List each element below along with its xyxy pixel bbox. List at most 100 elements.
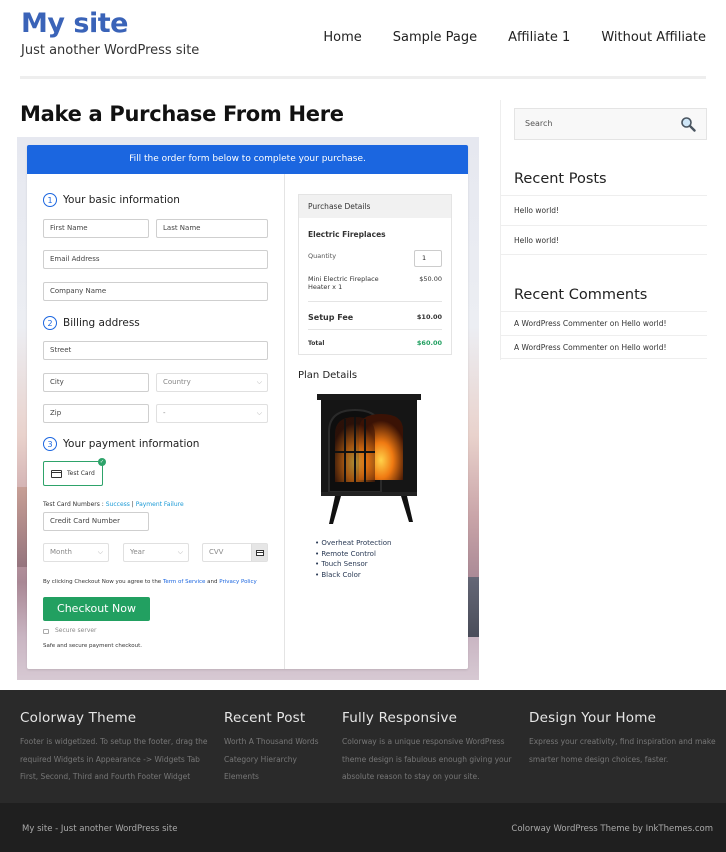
footer-text: Colorway is a unique responsive WordPres… xyxy=(342,737,505,746)
success-card-link[interactable]: Success xyxy=(106,501,130,508)
footer-bottom-bar: My site - Just another WordPress site Co… xyxy=(0,803,726,852)
state-select-value: - xyxy=(163,409,166,417)
footer-post-link[interactable]: Worth A Thousand Words xyxy=(224,733,319,751)
nav-home[interactable]: Home xyxy=(323,30,361,45)
search-placeholder: Search xyxy=(525,119,553,128)
footer-text: absolute reason to stay on your site. xyxy=(342,772,480,781)
recent-comment-link[interactable]: A WordPress Commenter on Hello world! xyxy=(501,311,707,335)
recent-post-link[interactable]: Hello world! xyxy=(501,225,707,255)
footer-text: First, Second, Third and Fourth Footer W… xyxy=(20,772,191,781)
footer-text: theme design is fabulous enough giving y… xyxy=(342,754,512,764)
credit-card-input[interactable]: Credit Card Number xyxy=(43,512,149,531)
product-group: Electric Fireplaces xyxy=(308,230,386,239)
order-form: Fill the order form below to complete yo… xyxy=(27,145,468,669)
terms-prefix: By clicking Checkout Now you agree to th… xyxy=(43,579,163,585)
terms-of-service-link[interactable]: Term of Service xyxy=(163,579,205,585)
step-billing-address: 2 Billing address xyxy=(43,316,140,330)
first-name-input[interactable]: First Name xyxy=(43,219,149,238)
terms-and: and xyxy=(205,579,220,585)
plan-features-list: Overheat Protection Remote Control Touch… xyxy=(315,538,392,581)
footer-text: Express your creativity, find inspiratio… xyxy=(529,737,716,746)
site-title[interactable]: My site xyxy=(21,8,128,39)
footer-widgets: Colorway Theme Footer is widgetized. To … xyxy=(0,690,726,803)
feature-item: Touch Sensor xyxy=(315,559,392,570)
step-basic-info: 1 Your basic information xyxy=(43,193,180,207)
form-column-divider xyxy=(284,174,285,669)
secure-note: Safe and secure payment checkout. xyxy=(43,643,142,649)
step-number-icon: 2 xyxy=(43,316,57,330)
checkout-now-button[interactable]: Checkout Now xyxy=(43,597,150,621)
check-icon: ✓ xyxy=(98,458,106,466)
page-title: Make a Purchase From Here xyxy=(20,102,344,126)
search-icon[interactable] xyxy=(680,116,696,132)
cvv-input[interactable]: CVV xyxy=(202,543,268,562)
city-input[interactable]: City xyxy=(43,373,149,392)
nav-sample-page[interactable]: Sample Page xyxy=(393,30,477,45)
country-select[interactable]: Country ⌵ xyxy=(156,373,268,392)
terms-text: By clicking Checkout Now you agree to th… xyxy=(43,579,257,585)
footer-site-credit[interactable]: My site - Just another WordPress site xyxy=(22,824,177,834)
purchase-details-heading: Purchase Details xyxy=(299,195,451,218)
test-card-numbers: Test Card Numbers : Success | Payment Fa… xyxy=(43,501,184,508)
credit-card-icon xyxy=(51,469,62,478)
quantity-input[interactable]: 1 xyxy=(414,250,442,267)
step-label: Billing address xyxy=(63,317,140,329)
last-name-input[interactable]: Last Name xyxy=(156,219,268,238)
payment-method-test-card[interactable]: Test Card ✓ xyxy=(43,458,106,486)
footer-col-title: Recent Post xyxy=(224,710,306,726)
cvv-placeholder: CVV xyxy=(209,548,224,556)
divider xyxy=(308,329,442,330)
step-number-icon: 1 xyxy=(43,193,57,207)
form-banner: Fill the order form below to complete yo… xyxy=(27,145,468,174)
step-label: Your payment information xyxy=(63,438,200,450)
total-value: $60.00 xyxy=(416,339,442,347)
country-select-value: Country xyxy=(163,378,191,386)
footer-col-recent-post: Recent Post Worth A Thousand Words Categ… xyxy=(224,710,319,786)
sidebar: Search Recent Posts Hello world! Hello w… xyxy=(500,100,707,360)
footer-col-design-home: Design Your Home Express your creativity… xyxy=(529,710,716,768)
divider xyxy=(308,301,442,302)
purchase-details: Purchase Details Electric Fireplaces Qua… xyxy=(298,194,452,355)
zip-input[interactable]: Zip xyxy=(43,404,149,423)
feature-item: Remote Control xyxy=(315,549,392,560)
chevron-down-icon: ⌵ xyxy=(256,409,262,417)
test-card-prefix: Test Card Numbers : xyxy=(43,501,106,508)
payment-method-label: Test Card xyxy=(67,470,95,477)
nav-affiliate-1[interactable]: Affiliate 1 xyxy=(508,30,570,45)
footer-col-responsive: Fully Responsive Colorway is a unique re… xyxy=(342,710,511,786)
footer-col-colorway: Colorway Theme Footer is widgetized. To … xyxy=(20,710,208,786)
secure-server: Secure server xyxy=(43,627,97,634)
company-input[interactable]: Company Name xyxy=(43,282,268,301)
recent-post-link[interactable]: Hello world! xyxy=(501,195,707,225)
footer-col-title: Colorway Theme xyxy=(20,710,137,726)
footer-col-title: Fully Responsive xyxy=(342,710,458,726)
month-select[interactable]: Month ⌵ xyxy=(43,543,109,562)
state-select[interactable]: - ⌵ xyxy=(156,404,268,423)
search-input[interactable]: Search xyxy=(514,108,707,140)
step-payment-info: 3 Your payment information xyxy=(43,437,199,451)
recent-comment-link[interactable]: A WordPress Commenter on Hello world! xyxy=(501,335,707,359)
recent-posts-title: Recent Posts xyxy=(514,171,607,187)
footer-post-link[interactable]: Category Hierarchy xyxy=(224,751,319,769)
nav-without-affiliate[interactable]: Without Affiliate xyxy=(601,30,706,45)
recent-comments-title: Recent Comments xyxy=(514,287,648,303)
footer-text: Footer is widgetized. To setup the foote… xyxy=(20,737,208,746)
footer-post-link[interactable]: Elements xyxy=(224,768,319,786)
feature-item: Black Color xyxy=(315,570,392,581)
month-select-value: Month xyxy=(50,548,72,556)
feature-item: Overheat Protection xyxy=(315,538,391,549)
email-input[interactable]: Email Address xyxy=(43,250,268,269)
street-input[interactable]: Street xyxy=(43,341,268,360)
failure-card-link[interactable]: Payment Failure xyxy=(136,501,184,508)
privacy-policy-link[interactable]: Privacy Policy xyxy=(219,579,256,585)
chevron-down-icon: ⌵ xyxy=(97,548,103,556)
step-label: Your basic information xyxy=(63,194,180,206)
step-number-icon: 3 xyxy=(43,437,57,451)
footer-theme-credit[interactable]: Colorway WordPress Theme by InkThemes.co… xyxy=(511,824,713,834)
header-divider xyxy=(20,76,706,79)
cvv-card-icon xyxy=(251,544,267,561)
year-select[interactable]: Year ⌵ xyxy=(123,543,189,562)
plan-details-title: Plan Details xyxy=(298,370,358,381)
lock-icon xyxy=(43,629,49,634)
footer-text: required Widgets in Appearance -> Widget… xyxy=(20,754,200,764)
